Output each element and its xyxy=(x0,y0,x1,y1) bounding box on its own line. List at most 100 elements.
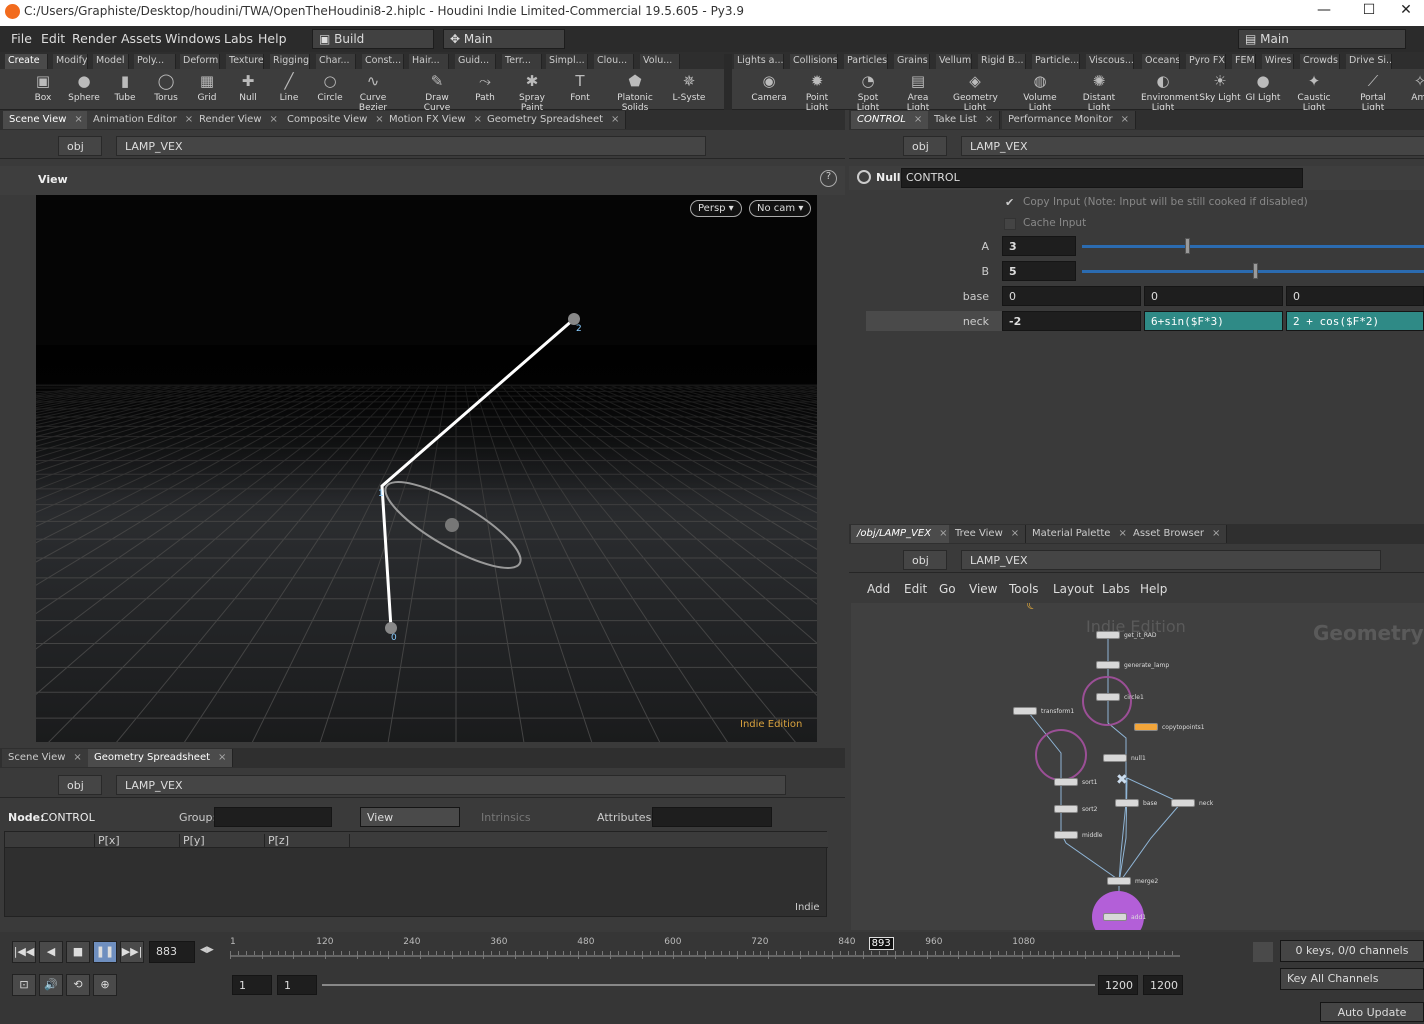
tool-3[interactable]: ◯ Torus xyxy=(144,71,188,103)
shelf-tab-10[interactable]: Guid... xyxy=(455,54,496,69)
light-tool-2[interactable]: ◔ Spot Light xyxy=(846,71,890,113)
light-tool-6[interactable]: ✺ Distant Light xyxy=(1077,71,1121,113)
real-time-toggle-icon[interactable]: ⊡ xyxy=(12,974,36,996)
tool-8[interactable]: ∿ Curve Bezier xyxy=(351,71,395,113)
camera-menu[interactable]: No cam ▾ xyxy=(749,200,812,217)
tool-2[interactable]: ▮ Tube xyxy=(103,71,147,103)
net-node-middle[interactable] xyxy=(1054,831,1078,839)
shelf-tab-1[interactable]: Modify xyxy=(53,54,88,69)
net-node-generate_lamp[interactable] xyxy=(1096,661,1120,669)
cache-input-checkbox[interactable] xyxy=(1004,218,1016,230)
close-tab-icon[interactable]: × xyxy=(73,752,81,763)
param-b-slider[interactable] xyxy=(1082,263,1424,279)
close-tab-icon[interactable]: × xyxy=(218,752,226,763)
param-a-field[interactable]: 3 xyxy=(1002,236,1076,256)
shelf-tab-4[interactable]: Deform xyxy=(180,54,220,69)
net-path-root[interactable]: obj xyxy=(903,550,947,570)
shelf-tab-right-5[interactable]: Rigid B... xyxy=(978,54,1026,69)
tab-left-2[interactable]: Render View × xyxy=(193,111,285,129)
null1-icon[interactable]: ✖ xyxy=(1116,772,1128,788)
time-slider[interactable]: 1 120 240 360 480 600 720 840 960 1080 893 xyxy=(230,937,1180,967)
menu-file[interactable]: File xyxy=(11,31,32,46)
maximize-button[interactable]: ☐ xyxy=(1349,2,1389,22)
tab-performance-monitor[interactable]: Performance Monitor × xyxy=(1002,111,1136,129)
tab-left-4[interactable]: Motion FX View × xyxy=(383,111,489,129)
viewport[interactable]: 0 1 2 Persp ▾ No cam ▾ Indie Edition xyxy=(36,195,817,742)
close-tab-icon[interactable]: × xyxy=(985,114,993,125)
menu-render[interactable]: Render xyxy=(72,31,117,46)
tab-left-1[interactable]: Animation Editor × xyxy=(87,111,201,129)
menu-labs[interactable]: Labs xyxy=(224,31,253,46)
param-base-y[interactable]: 0 xyxy=(1144,286,1283,306)
current-frame-marker[interactable]: 893 xyxy=(868,937,894,950)
shelf-tab-3[interactable]: Poly... xyxy=(134,54,176,69)
light-tool-10[interactable]: ✦ Caustic Light xyxy=(1292,71,1336,113)
net-node-neck[interactable] xyxy=(1171,799,1195,807)
shelf-tab-right-0[interactable]: Lights a... xyxy=(734,54,784,69)
shelf-divider[interactable] xyxy=(724,54,732,110)
column-py[interactable]: P[y] xyxy=(179,834,265,847)
shelf-tab-right-3[interactable]: Grains xyxy=(894,54,930,69)
tool-1[interactable]: ● Sphere xyxy=(62,71,106,103)
net-menu-layout[interactable]: Layout xyxy=(1053,582,1094,596)
help-icon[interactable]: ? xyxy=(820,170,837,187)
param-path-node[interactable]: LAMP_VEX xyxy=(961,136,1424,156)
tab-control[interactable]: CONTROL × xyxy=(851,111,930,129)
jump-start-button[interactable]: |◀◀ xyxy=(12,941,36,963)
start-frame-field[interactable]: 1 xyxy=(232,975,272,995)
tool-7[interactable]: ○ Circle xyxy=(308,71,352,103)
shelf-tab-5[interactable]: Texture xyxy=(226,54,264,69)
shelf-tab-7[interactable]: Char... xyxy=(316,54,356,69)
light-tool-12[interactable]: ✧ Ami xyxy=(1398,71,1424,103)
shelf-tab-right-12[interactable]: Crowds xyxy=(1300,54,1340,69)
stop-button[interactable]: ■ xyxy=(66,941,90,963)
loop-icon[interactable]: ⟲ xyxy=(66,974,90,996)
tab-left-5[interactable]: Geometry Spreadsheet × xyxy=(481,111,627,129)
shelf-tab-right-13[interactable]: Drive Si... xyxy=(1346,54,1392,69)
param-neck-z[interactable]: 2 + cos($F*2) xyxy=(1286,311,1424,331)
shelf-tab-right-11[interactable]: Wires xyxy=(1262,54,1294,69)
net-menu-edit[interactable]: Edit xyxy=(904,582,927,596)
net-node-base[interactable] xyxy=(1115,799,1139,807)
light-tool-4[interactable]: ◈ Geometry Light xyxy=(953,71,998,113)
shelf-tab-8[interactable]: Const... xyxy=(362,54,404,69)
tab-take-list[interactable]: Take List × xyxy=(928,111,1001,129)
param-a-knob[interactable] xyxy=(1184,238,1190,254)
shelf-tab-13[interactable]: Clou... xyxy=(594,54,634,69)
light-tool-9[interactable]: ● GI Light xyxy=(1241,71,1285,103)
jump-end-button[interactable]: ▶▶| xyxy=(120,941,144,963)
close-tab-icon[interactable]: × xyxy=(270,114,278,125)
desktop-selector[interactable]: ▣ Build xyxy=(312,29,434,49)
param-b-knob[interactable] xyxy=(1253,263,1258,279)
right-desktop-selector[interactable]: ▤ Main xyxy=(1238,29,1406,49)
shelf-tab-right-1[interactable]: Collisions xyxy=(790,54,838,69)
param-b-field[interactable]: 5 xyxy=(1002,261,1076,281)
shelf-tab-right-2[interactable]: Particles xyxy=(844,54,888,69)
shelf-tab-6[interactable]: Rigging xyxy=(270,54,310,69)
attributes-field[interactable] xyxy=(652,807,772,827)
net-node-copytopoints1[interactable] xyxy=(1134,723,1158,731)
shelf-tab-12[interactable]: Simpl... xyxy=(546,54,588,69)
end-frame-field-2[interactable]: 1200 xyxy=(1143,975,1183,995)
context-selector[interactable]: ✥ Main xyxy=(443,29,565,49)
light-tool-7[interactable]: ◐ Environment Light xyxy=(1141,71,1198,113)
light-tool-0[interactable]: ◉ Camera xyxy=(747,71,791,103)
tab-scene-view-2[interactable]: Scene View × xyxy=(2,749,89,767)
audio-icon[interactable]: 🔊 xyxy=(39,974,63,996)
menu-edit[interactable]: Edit xyxy=(41,31,65,46)
net-path-node[interactable]: LAMP_VEX xyxy=(961,550,1381,570)
shelf-tab-9[interactable]: Hair... xyxy=(409,54,449,69)
tool-4[interactable]: ▦ Grid xyxy=(185,71,229,103)
tool-11[interactable]: ✱ Spray Paint xyxy=(510,71,554,113)
path-node[interactable]: LAMP_VEX xyxy=(116,136,706,156)
centroid-point[interactable] xyxy=(445,518,459,532)
auto-update-dropdown[interactable]: Auto Update xyxy=(1320,1002,1424,1022)
param-neck-y[interactable]: 6+sin($F*3) xyxy=(1144,311,1283,331)
current-frame-field[interactable]: 883 xyxy=(149,941,195,963)
minimize-button[interactable]: — xyxy=(1304,2,1344,22)
start-frame-field-2[interactable]: 1 xyxy=(277,975,317,995)
net-menu-view[interactable]: View xyxy=(969,582,997,596)
tab-left-0[interactable]: Scene View × xyxy=(3,111,90,129)
play-reverse-button[interactable]: ◀ xyxy=(39,941,63,963)
end-frame-field[interactable]: 1200 xyxy=(1098,975,1138,995)
